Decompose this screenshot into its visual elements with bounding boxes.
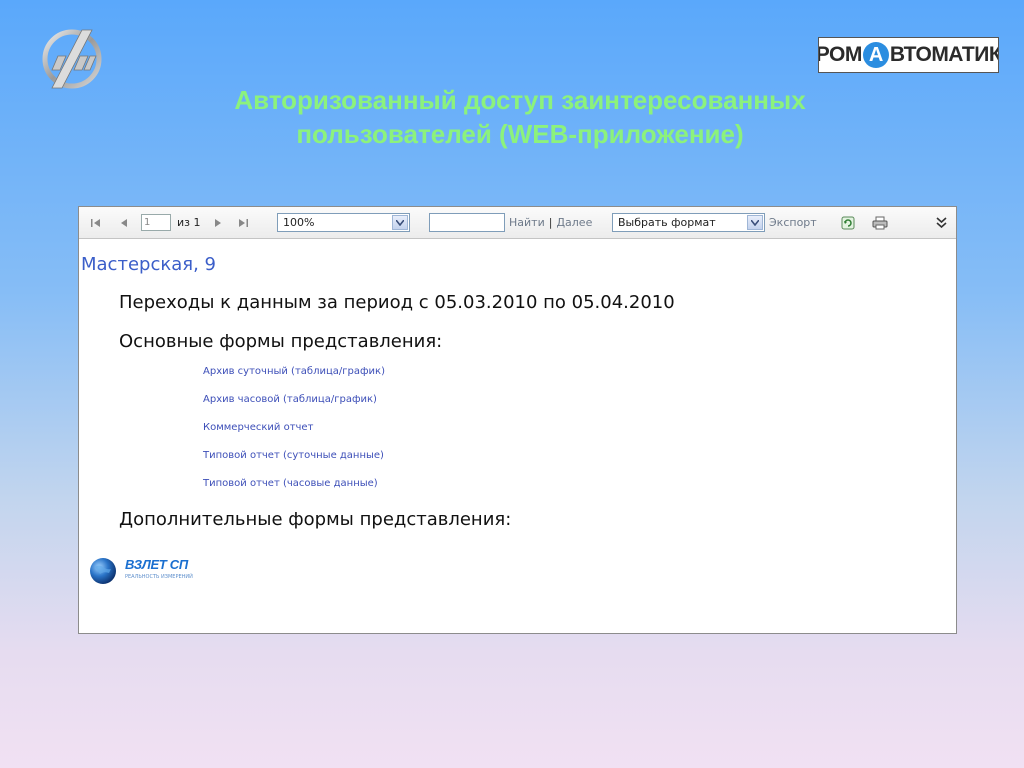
vzlet-logo-text: ВЗЛЕТ СП <box>125 557 188 572</box>
toolbar-separator: | <box>548 216 553 229</box>
export-format-value: Выбрать формат <box>618 216 716 229</box>
zoom-value: 100% <box>283 216 315 229</box>
collapse-toolbar-button[interactable] <box>932 207 950 238</box>
logo-text-part3: ВТОМАТИКА <box>889 43 998 66</box>
print-button[interactable] <box>871 207 889 238</box>
prev-page-button[interactable] <box>117 207 131 238</box>
page-number-input[interactable] <box>141 214 171 231</box>
slide-title-line1: Авторизованный доступ заинтересованных <box>234 85 806 115</box>
find-next-link[interactable]: Далее <box>556 216 592 229</box>
report-link-hourly-archive[interactable]: Архив часовой (таблица/график) <box>203 394 377 405</box>
main-forms-heading: Основные формы представления: <box>119 331 443 352</box>
first-page-button[interactable] <box>89 207 103 238</box>
chevron-down-icon <box>747 215 763 230</box>
vzlet-logo: ВЗЛЕТ СП РЕАЛЬНОСТЬ ИЗМЕРЕНИЙ <box>89 555 199 585</box>
report-viewer: из 1 100% Найти | Далее <box>78 206 957 634</box>
report-toolbar: из 1 100% Найти | Далее <box>79 207 956 239</box>
extra-forms-heading: Дополнительные формы представления: <box>119 509 512 530</box>
report-link-daily-archive[interactable]: Архив суточный (таблица/график) <box>203 366 385 377</box>
double-chevron-down-icon <box>932 214 950 232</box>
last-page-icon <box>236 216 250 230</box>
report-link-typical-hourly[interactable]: Типовой отчет (часовые данные) <box>203 478 378 489</box>
promavtomatika-logo: ПРОМ А ВТОМАТИКА <box>818 37 999 73</box>
globe-icon <box>90 558 116 584</box>
printer-icon <box>871 214 889 232</box>
export-format-select[interactable]: Выбрать формат <box>612 213 765 232</box>
company-emblem-logo <box>38 26 106 90</box>
period-heading: Переходы к данным за период с 05.03.2010… <box>119 292 675 313</box>
site-name: Мастерская, 9 <box>81 254 216 275</box>
slide-title: Авторизованный доступ заинтересованных п… <box>150 83 890 151</box>
find-link[interactable]: Найти <box>509 216 545 229</box>
report-link-typical-daily[interactable]: Типовой отчет (суточные данные) <box>203 450 384 461</box>
find-text-input[interactable] <box>429 213 505 232</box>
next-page-button[interactable] <box>211 207 225 238</box>
slide-title-line2: пользователей (WEB-приложение) <box>296 119 744 149</box>
refresh-icon <box>839 214 857 232</box>
prev-page-icon <box>117 216 131 230</box>
logo-a-circle: А <box>862 42 889 68</box>
report-link-commercial[interactable]: Коммерческий отчет <box>203 422 313 433</box>
page-count-label: из 1 <box>177 216 201 229</box>
zoom-select[interactable]: 100% <box>277 213 410 232</box>
vzlet-logo-tagline: РЕАЛЬНОСТЬ ИЗМЕРЕНИЙ <box>125 574 193 580</box>
refresh-button[interactable] <box>839 207 857 238</box>
next-page-icon <box>211 216 225 230</box>
chevron-down-icon <box>392 215 408 230</box>
last-page-button[interactable] <box>236 207 250 238</box>
export-link[interactable]: Экспорт <box>769 216 817 229</box>
logo-text-part1: ПРОМ <box>819 43 862 66</box>
first-page-icon <box>89 216 103 230</box>
